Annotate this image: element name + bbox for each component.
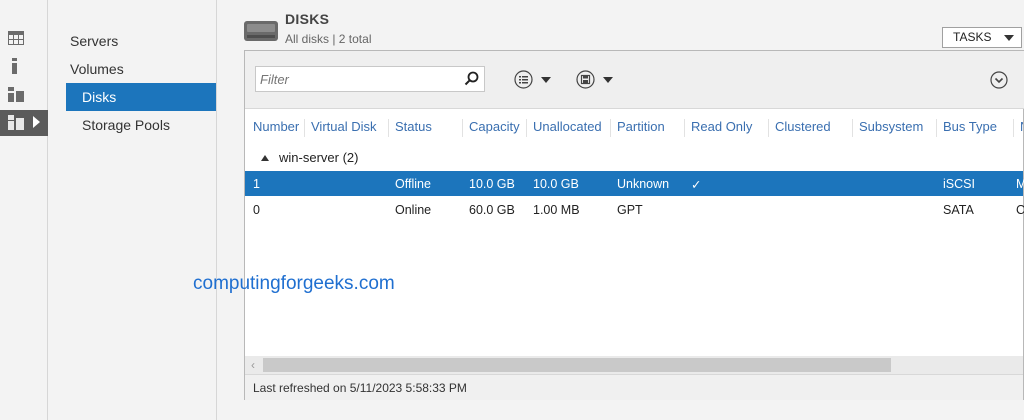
status-footer: Last refreshed on 5/11/2023 5:58:33 PM <box>245 374 1023 400</box>
cell-overflow: C <box>1016 203 1024 217</box>
cell-overflow: M <box>1016 177 1024 191</box>
chevron-down-icon <box>541 77 551 83</box>
collapse-triangle-icon[interactable] <box>261 155 269 161</box>
cell-bus-type: iSCSI <box>943 177 975 191</box>
all-servers-icon <box>8 87 24 102</box>
cell-status: Offline <box>395 177 431 191</box>
cell-capacity: 60.0 GB <box>469 203 515 217</box>
save-query-button[interactable] <box>576 70 616 90</box>
page-subtitle: All disks | 2 total <box>285 32 372 46</box>
nav-item-storage-pools[interactable]: Storage Pools <box>66 111 216 139</box>
group-label: win-server (2) <box>279 150 359 165</box>
file-storage-icon <box>8 115 24 130</box>
cell-status: Online <box>395 203 432 217</box>
column-header-read-only[interactable]: Read Only <box>684 119 767 137</box>
scroll-left-icon[interactable]: ‹ <box>251 358 255 372</box>
chevron-down-icon <box>603 77 613 83</box>
last-refreshed-text: Last refreshed on 5/11/2023 5:58:33 PM <box>253 381 467 395</box>
cell-read-only: ✓ <box>691 178 702 192</box>
cell-bus-type: SATA <box>943 203 974 217</box>
horizontal-scrollbar[interactable]: ‹ <box>245 356 1023 374</box>
view-options-button[interactable] <box>514 70 554 90</box>
rail-item-dashboard[interactable] <box>0 26 48 52</box>
disk-icon <box>244 21 278 41</box>
column-header-unallocated[interactable]: Unallocated <box>526 119 609 137</box>
save-icon <box>576 70 595 89</box>
search-icon[interactable] <box>464 71 479 86</box>
nav-item-disks[interactable]: Disks <box>66 83 216 111</box>
table-header: Number Virtual Disk Status Capacity Unal… <box>245 109 1024 145</box>
cell-partition: GPT <box>617 203 643 217</box>
nav-item-servers[interactable]: Servers <box>66 27 216 55</box>
watermark-text: computingforgeeks.com <box>193 273 395 294</box>
column-header-clustered[interactable]: Clustered <box>768 119 851 137</box>
page-title: DISKS <box>285 11 330 27</box>
cell-number: 1 <box>253 177 260 191</box>
table-row[interactable]: 1 Offline 10.0 GB 10.0 GB Unknown ✓ iSCS… <box>245 171 1024 196</box>
panel-toolbar <box>245 51 1024 109</box>
tasks-label: TASKS <box>953 30 992 44</box>
column-header-number[interactable]: Number <box>247 119 303 137</box>
nav-item-volumes[interactable]: Volumes <box>66 55 216 83</box>
column-header-capacity[interactable]: Capacity <box>462 119 525 137</box>
cell-partition: Unknown <box>617 177 670 191</box>
column-header-subsystem[interactable]: Subsystem <box>852 119 935 137</box>
expand-arrow-icon <box>33 116 40 128</box>
tasks-dropdown[interactable]: TASKS <box>942 27 1022 48</box>
column-header-overflow[interactable]: N <box>1013 119 1023 137</box>
local-server-icon <box>12 58 17 74</box>
table-row[interactable]: 0 Online 60.0 GB 1.00 MB GPT SATA C <box>245 197 1024 222</box>
filter-box <box>255 66 485 92</box>
chevron-down-icon <box>1004 35 1014 41</box>
rail-item-all-servers[interactable] <box>0 82 48 108</box>
cell-unallocated: 10.0 GB <box>533 177 579 191</box>
cell-capacity: 10.0 GB <box>469 177 515 191</box>
main-content: DISKS All disks | 2 total TASKS Filter N… <box>218 0 1024 420</box>
list-view-icon <box>514 70 533 89</box>
column-header-status[interactable]: Status <box>388 119 461 137</box>
dashboard-icon <box>8 31 24 45</box>
filter-input[interactable] <box>256 67 456 91</box>
scrollbar-thumb[interactable] <box>263 358 891 372</box>
group-header[interactable]: win-server (2) <box>245 147 1024 169</box>
expand-icon[interactable] <box>990 71 1008 89</box>
column-header-virtual-disk[interactable]: Virtual Disk <box>304 119 387 137</box>
icon-rail <box>0 0 48 420</box>
column-header-partition[interactable]: Partition <box>610 119 683 137</box>
cell-unallocated: 1.00 MB <box>533 203 580 217</box>
cell-number: 0 <box>253 203 260 217</box>
rail-item-file-storage[interactable] <box>0 110 48 136</box>
disks-panel: Number Virtual Disk Status Capacity Unal… <box>244 50 1024 400</box>
column-header-bus-type[interactable]: Bus Type <box>936 119 1012 137</box>
nav-panel: Servers Volumes Disks Storage Pools <box>49 0 217 420</box>
rail-item-local-server[interactable] <box>0 54 48 80</box>
